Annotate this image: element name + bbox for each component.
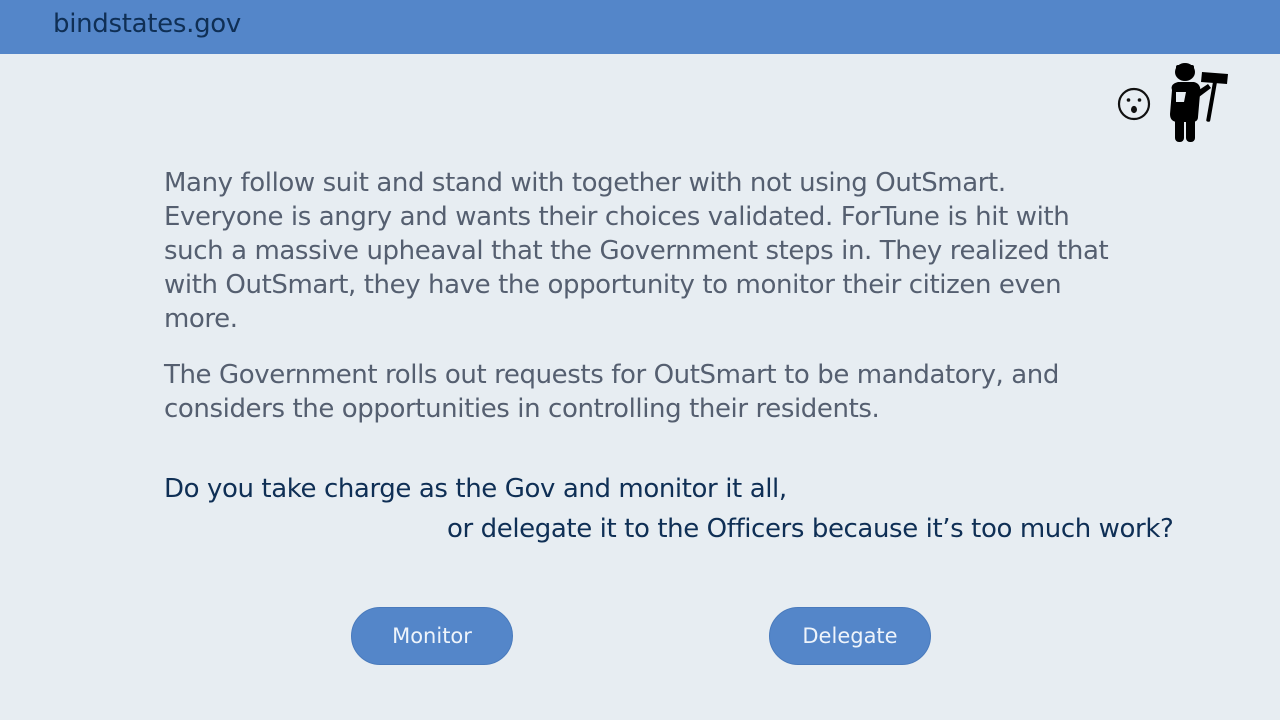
story-paragraph-1: Many follow suit and stand with together… bbox=[164, 168, 1109, 334]
header-bar: bindstates.gov bbox=[0, 0, 1280, 54]
delegate-button[interactable]: Delegate bbox=[769, 607, 931, 665]
surprised-face-icon bbox=[1117, 87, 1151, 121]
officer-figure-icon bbox=[1170, 63, 1228, 142]
site-name: bindstates.gov bbox=[53, 9, 241, 39]
question-line-1: Do you take charge as the Gov and monito… bbox=[164, 474, 787, 504]
story-paragraph-2: The Government rolls out requests for Ou… bbox=[164, 360, 1059, 424]
monitor-button[interactable]: Monitor bbox=[351, 607, 513, 665]
question-line-2: or delegate it to the Officers because i… bbox=[447, 514, 1174, 544]
